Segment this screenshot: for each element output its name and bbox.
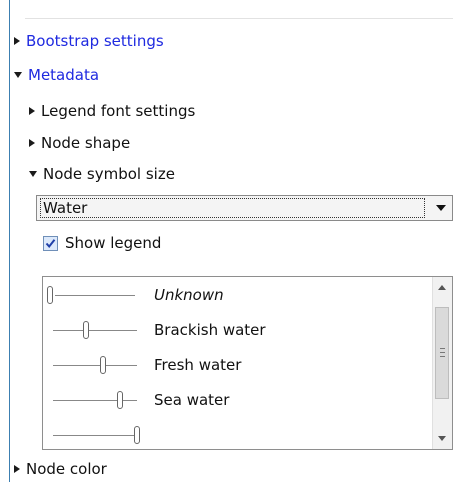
tree-indent-line bbox=[9, 0, 10, 482]
legend-item-label: Brackish water bbox=[154, 321, 266, 339]
size-slider-handle[interactable] bbox=[83, 321, 89, 339]
section-bootstrap-settings[interactable]: Bootstrap settings bbox=[14, 32, 164, 50]
size-slider-track bbox=[53, 330, 137, 331]
legend-list[interactable]: Unknown Brackish water Fresh water Sea w… bbox=[42, 276, 453, 450]
item-node-color-label: Node color bbox=[26, 460, 107, 478]
grip-line bbox=[440, 356, 445, 357]
item-node-symbol-size-label: Node symbol size bbox=[43, 165, 175, 183]
item-node-symbol-size[interactable]: Node symbol size bbox=[29, 165, 175, 183]
legend-item-label: Unknown bbox=[154, 286, 224, 304]
list-item[interactable]: Unknown bbox=[43, 282, 423, 310]
size-slider-handle[interactable] bbox=[47, 286, 53, 304]
collapse-arrow-icon bbox=[29, 171, 37, 177]
list-item[interactable]: Brackish water bbox=[43, 317, 423, 345]
list-item[interactable] bbox=[43, 422, 423, 449]
size-slider-track bbox=[55, 295, 135, 296]
list-item[interactable]: Fresh water bbox=[43, 352, 423, 380]
collapse-arrow-icon bbox=[14, 72, 22, 78]
item-legend-font-settings[interactable]: Legend font settings bbox=[29, 102, 195, 120]
grip-line bbox=[440, 348, 445, 349]
item-node-shape-label: Node shape bbox=[41, 134, 131, 152]
attribute-dropdown-value: Water bbox=[40, 198, 425, 218]
size-slider-track bbox=[53, 400, 137, 401]
legend-item-label: Sea water bbox=[154, 391, 230, 409]
list-item[interactable]: Sea water bbox=[43, 387, 423, 415]
expand-arrow-icon bbox=[14, 37, 20, 45]
attribute-dropdown[interactable]: Water bbox=[36, 195, 453, 221]
item-legend-font-settings-label: Legend font settings bbox=[41, 102, 196, 120]
show-legend-checkbox-row[interactable]: Show legend bbox=[43, 234, 161, 252]
chevron-down-icon bbox=[436, 205, 446, 211]
size-slider-handle[interactable] bbox=[134, 426, 140, 444]
scroll-up-icon[interactable] bbox=[438, 285, 446, 290]
grip-line bbox=[440, 352, 445, 353]
show-legend-checkbox[interactable] bbox=[43, 235, 58, 251]
legend-item-label: Fresh water bbox=[154, 356, 242, 374]
checkmark-icon bbox=[45, 238, 56, 248]
size-slider-handle[interactable] bbox=[100, 356, 106, 374]
size-slider-track bbox=[53, 435, 137, 436]
show-legend-label: Show legend bbox=[65, 234, 162, 252]
expand-arrow-icon bbox=[29, 107, 35, 115]
list-scrollbar[interactable] bbox=[432, 277, 452, 449]
section-bootstrap-settings-label: Bootstrap settings bbox=[26, 32, 164, 50]
item-node-shape[interactable]: Node shape bbox=[29, 134, 130, 152]
section-metadata-label: Metadata bbox=[28, 66, 100, 84]
scrollbar-thumb[interactable] bbox=[435, 307, 449, 399]
expand-arrow-icon bbox=[14, 465, 20, 473]
size-slider-handle[interactable] bbox=[117, 391, 123, 409]
item-node-color[interactable]: Node color bbox=[14, 460, 107, 478]
size-slider-track bbox=[53, 365, 137, 366]
top-divider bbox=[25, 18, 453, 19]
expand-arrow-icon bbox=[29, 139, 35, 147]
scroll-down-icon[interactable] bbox=[438, 436, 446, 441]
section-metadata[interactable]: Metadata bbox=[14, 66, 99, 84]
